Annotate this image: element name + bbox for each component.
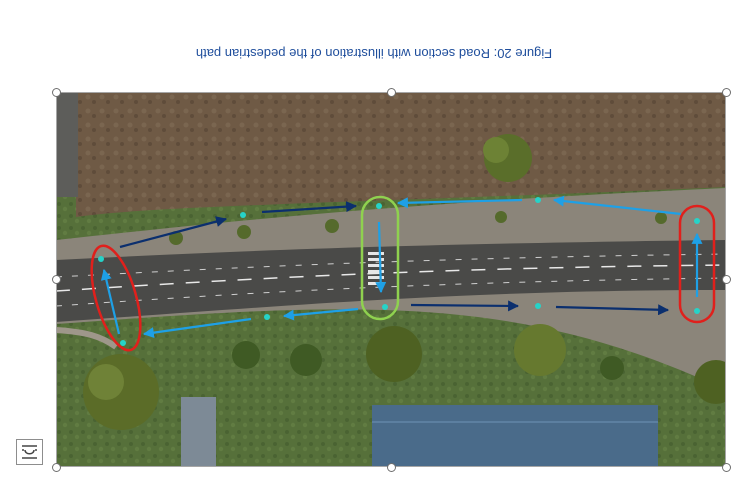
layout-options-button[interactable] [16, 439, 43, 465]
resize-handle-top-right[interactable] [722, 88, 731, 97]
resize-handle-bottom-right[interactable] [722, 463, 731, 472]
resize-handle-bottom-left[interactable] [52, 463, 61, 472]
building-bottom-left [181, 397, 216, 467]
road-section-figure[interactable] [56, 92, 726, 467]
figure-caption: Figure 20: Road section with illustratio… [195, 46, 553, 61]
resize-handle-bottom-center[interactable] [387, 463, 396, 472]
building-roof-blue [372, 405, 658, 467]
resize-handle-middle-left[interactable] [52, 275, 61, 284]
resize-handle-top-left[interactable] [52, 88, 61, 97]
aerial-road-image [56, 92, 726, 467]
building-top-left [56, 92, 78, 197]
layout-options-icon [22, 445, 37, 459]
resize-handle-middle-right[interactable] [722, 275, 731, 284]
resize-handle-top-center[interactable] [387, 88, 396, 97]
